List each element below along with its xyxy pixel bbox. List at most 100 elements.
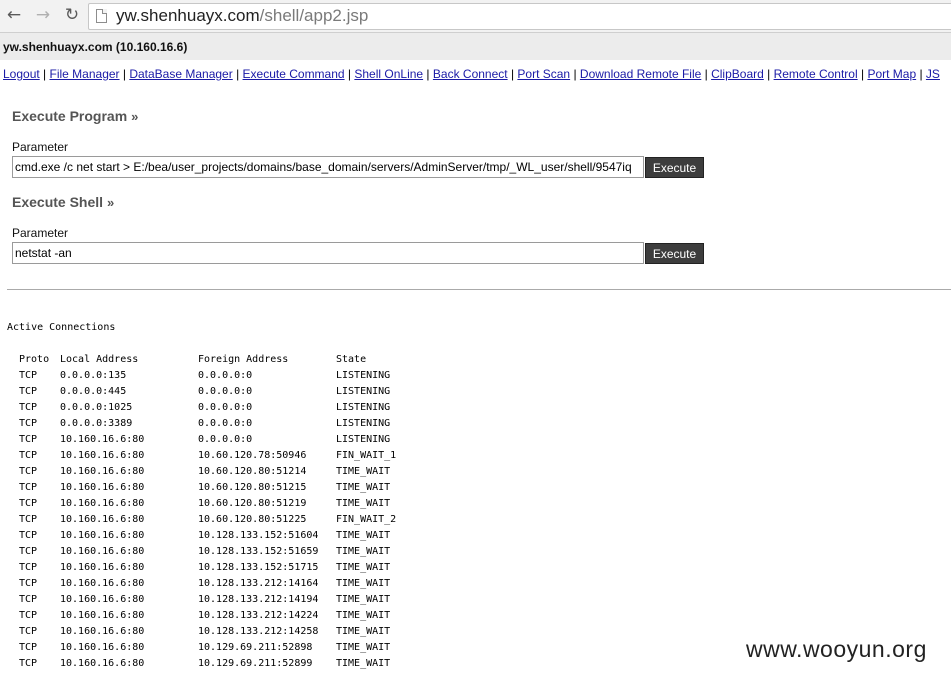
execute-shell-button[interactable]: Execute [645,243,704,264]
menu-separator: | [344,67,355,81]
connection-row-cell: LISTENING [336,402,391,413]
menu-link-clipboard[interactable]: ClipBoard [711,67,764,81]
menu-link-download-remote-file[interactable]: Download Remote File [580,67,701,81]
connection-row: TCP 10.160.16.6:80 10.128.133.152:51715 TIM… [7,560,390,576]
connection-row-cell: TIME_WAIT [336,626,391,637]
menu-link-back-connect[interactable]: Back Connect [433,67,508,81]
connection-row-cell: 10.128.133.152:51659 [198,546,319,557]
connection-row-cell: TIME_WAIT [336,546,391,557]
connection-row-cell: TCP [19,578,38,589]
connection-row: TCP 10.160.16.6:80 10.60.120.80:51214 TIME_… [7,464,390,480]
output-spacer [7,336,115,352]
connection-row-cell: 10.160.16.6:80 [60,514,145,525]
connection-row-cell: 10.129.69.211:52898 [198,642,313,653]
connection-row-cell: TCP [19,562,38,573]
connection-row-cell: TCP [19,370,38,381]
connection-row: TCP 0.0.0.0:135 0.0.0.0:0 LISTENING [7,368,390,384]
connection-row-cell: TIME_WAIT [336,578,391,589]
connection-row-cell: TIME_WAIT [336,610,391,621]
connection-row-cell: 10.60.120.80:51219 [198,498,307,509]
connection-row-cell: 10.160.16.6:80 [60,546,145,557]
address-bar[interactable]: yw.shenhuayx.com/shell/app2.jsp [88,3,951,30]
divider [7,289,951,290]
page-icon [96,9,107,23]
connection-row-cell: TCP [19,514,38,525]
connection-row: TCP 0.0.0.0:445 0.0.0.0:0 LISTENING [7,384,390,400]
connection-row: TCP 10.160.16.6:80 10.128.133.212:14194 TIM… [7,592,390,608]
connection-row-cell: 10.60.120.78:50946 [198,450,307,461]
connection-row: TCP 10.160.16.6:80 10.128.133.212:14164 TIM… [7,576,390,592]
connection-row-cell: TCP [19,434,38,445]
connection-row-cell: 10.160.16.6:80 [60,482,145,493]
menu-separator: | [570,67,580,81]
connection-row-cell: TCP [19,450,38,461]
connection-row-cell: TCP [19,610,38,621]
reload-icon[interactable]: ↻ [60,4,84,26]
connection-row-cell: LISTENING [336,434,391,445]
connection-row-cell: 10.60.120.80:51214 [198,466,307,477]
menu-link-port-map[interactable]: Port Map [867,67,916,81]
connection-row-cell: FIN_WAIT_2 [336,514,397,525]
connection-row-cell: TIME_WAIT [336,482,391,493]
output-column-header-cell: State [336,354,367,365]
connection-row: TCP 0.0.0.0:3389 0.0.0.0:0 LISTENING [7,416,390,432]
connection-row-cell: 0.0.0.0:0 [198,402,253,413]
forward-arrow-icon[interactable]: → [31,4,55,26]
execute-shell-input[interactable] [12,242,644,264]
connection-row: TCP 10.160.16.6:80 10.129.69.211:52898 TIME… [7,640,390,656]
execute-program-button[interactable]: Execute [645,157,704,178]
menu-separator: | [507,67,518,81]
connection-row-cell: TCP [19,418,38,429]
shell-menu: Logout | File Manager | DataBase Manager… [3,67,940,81]
connection-row-cell: 0.0.0.0:1025 [60,402,133,413]
menu-link-file-manager[interactable]: File Manager [50,67,120,81]
execute-program-input[interactable] [12,156,644,178]
connection-row: TCP 10.160.16.6:80 10.128.133.152:51659 TIM… [7,544,390,560]
connection-row-cell: 10.160.16.6:80 [60,626,145,637]
connection-row-cell: 10.128.133.212:14224 [198,610,319,621]
connection-row-cell: 10.160.16.6:80 [60,562,145,573]
menu-link-database-manager[interactable]: DataBase Manager [129,67,232,81]
menu-link-remote-control[interactable]: Remote Control [774,67,858,81]
menu-separator: | [857,67,868,81]
connection-row-cell: 0.0.0.0:3389 [60,418,133,429]
host-header: yw.shenhuayx.com (10.160.16.6) [3,40,188,54]
execute-shell-title: Execute Shell » [12,194,115,210]
connection-row: TCP 10.160.16.6:80 10.128.133.152:51604 TIM… [7,528,390,544]
connection-row-cell: 10.160.16.6:80 [60,642,145,653]
connection-row-cell: TCP [19,546,38,557]
menu-link-shell-online[interactable]: Shell OnLine [354,67,423,81]
connection-row: TCP 10.160.16.6:80 10.60.120.80:51219 TIME_… [7,496,390,512]
connection-row: TCP 10.160.16.6:80 10.128.133.212:14258 TIM… [7,624,390,640]
connection-row-cell: 10.129.69.211:52899 [198,658,313,669]
menu-link-js[interactable]: JS [926,67,940,81]
menu-link-logout[interactable]: Logout [3,67,40,81]
connection-row-cell: 10.128.133.212:14164 [198,578,319,589]
back-arrow-icon[interactable]: ← [2,4,26,26]
output-column-header-cell: Local Address [60,354,139,365]
menu-separator: | [916,67,926,81]
connection-row-cell: LISTENING [336,386,391,397]
menu-link-execute-command[interactable]: Execute Command [243,67,345,81]
menu-separator: | [39,67,50,81]
connection-row-cell: TIME_WAIT [336,594,391,605]
connection-row-cell: 10.160.16.6:80 [60,578,145,589]
connection-row: TCP 10.160.16.6:80 10.129.69.211:52899 TIME… [7,656,390,672]
execute-shell-param-label: Parameter [12,226,69,240]
connection-row-cell: LISTENING [336,370,391,381]
connection-row-cell: 10.160.16.6:80 [60,434,145,445]
connection-row-cell: TCP [19,594,38,605]
connection-row-cell: TCP [19,658,38,669]
connection-row-cell: TCP [19,626,38,637]
connection-row-cell: 10.160.16.6:80 [60,658,145,669]
connection-row-cell: 10.60.120.80:51225 [198,514,307,525]
connection-row-cell: 10.160.16.6:80 [60,530,145,541]
connection-row-cell: FIN_WAIT_1 [336,450,397,461]
url-text[interactable]: yw.shenhuayx.com/shell/app2.jsp [116,6,368,26]
menu-link-port-scan[interactable]: Port Scan [517,67,570,81]
watermark: www.wooyun.org [746,636,927,662]
connection-row-cell: 10.160.16.6:80 [60,610,145,621]
connection-row: TCP 10.160.16.6:80 10.60.120.80:51215 TIME_… [7,480,390,496]
connection-row-cell: 10.160.16.6:80 [60,466,145,477]
connection-row-cell: TCP [19,482,38,493]
